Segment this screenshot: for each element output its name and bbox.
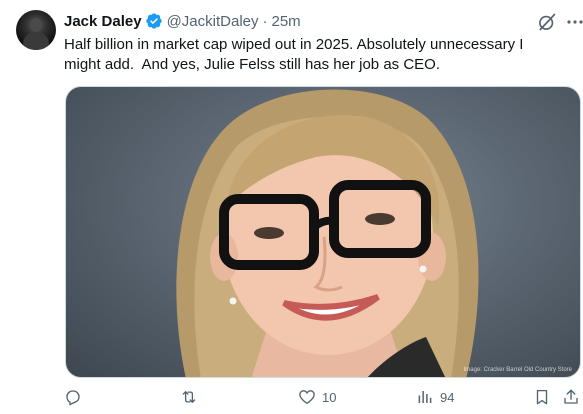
views-icon: [418, 391, 432, 403]
avatar-head-shape: [30, 18, 42, 32]
separator-dot: ·: [262, 12, 268, 30]
like-button[interactable]: 10: [298, 388, 336, 406]
like-count: 10: [322, 389, 337, 405]
handle[interactable]: @JackitDaley: [167, 13, 259, 30]
portrait-illustration: [176, 89, 479, 377]
repost-button[interactable]: [180, 388, 204, 406]
bookmark-button[interactable]: [533, 388, 551, 406]
tweet-image[interactable]: Image: Cracker Barrel Old Country Store: [65, 86, 581, 378]
views-count: 94: [440, 389, 455, 405]
avatar[interactable]: [16, 10, 56, 50]
repost-icon: [182, 391, 196, 403]
heart-icon: [299, 390, 315, 405]
grok-icon[interactable]: [537, 12, 557, 32]
reply-icon: [66, 390, 80, 406]
verified-badge-icon[interactable]: [145, 12, 163, 30]
share-icon: [564, 389, 578, 404]
tweet[interactable]: Jack Daley @JackitDaley · 25m Half billi…: [0, 0, 583, 414]
bookmark-icon: [536, 389, 548, 405]
share-button[interactable]: [562, 388, 580, 406]
image-credit: Image: Cracker Barrel Old Country Store: [463, 367, 572, 373]
timestamp[interactable]: 25m: [272, 13, 301, 30]
avatar-shoulders-shape: [23, 32, 49, 50]
action-bar: 10 94: [0, 388, 583, 414]
more-icon[interactable]: [566, 12, 583, 32]
reply-button[interactable]: [64, 388, 88, 406]
tweet-header: Jack Daley @JackitDaley · 25m: [64, 11, 301, 31]
display-name[interactable]: Jack Daley: [64, 13, 142, 30]
tweet-text: Half billion in market cap wiped out in …: [64, 36, 524, 73]
views-button[interactable]: 94: [416, 388, 454, 406]
